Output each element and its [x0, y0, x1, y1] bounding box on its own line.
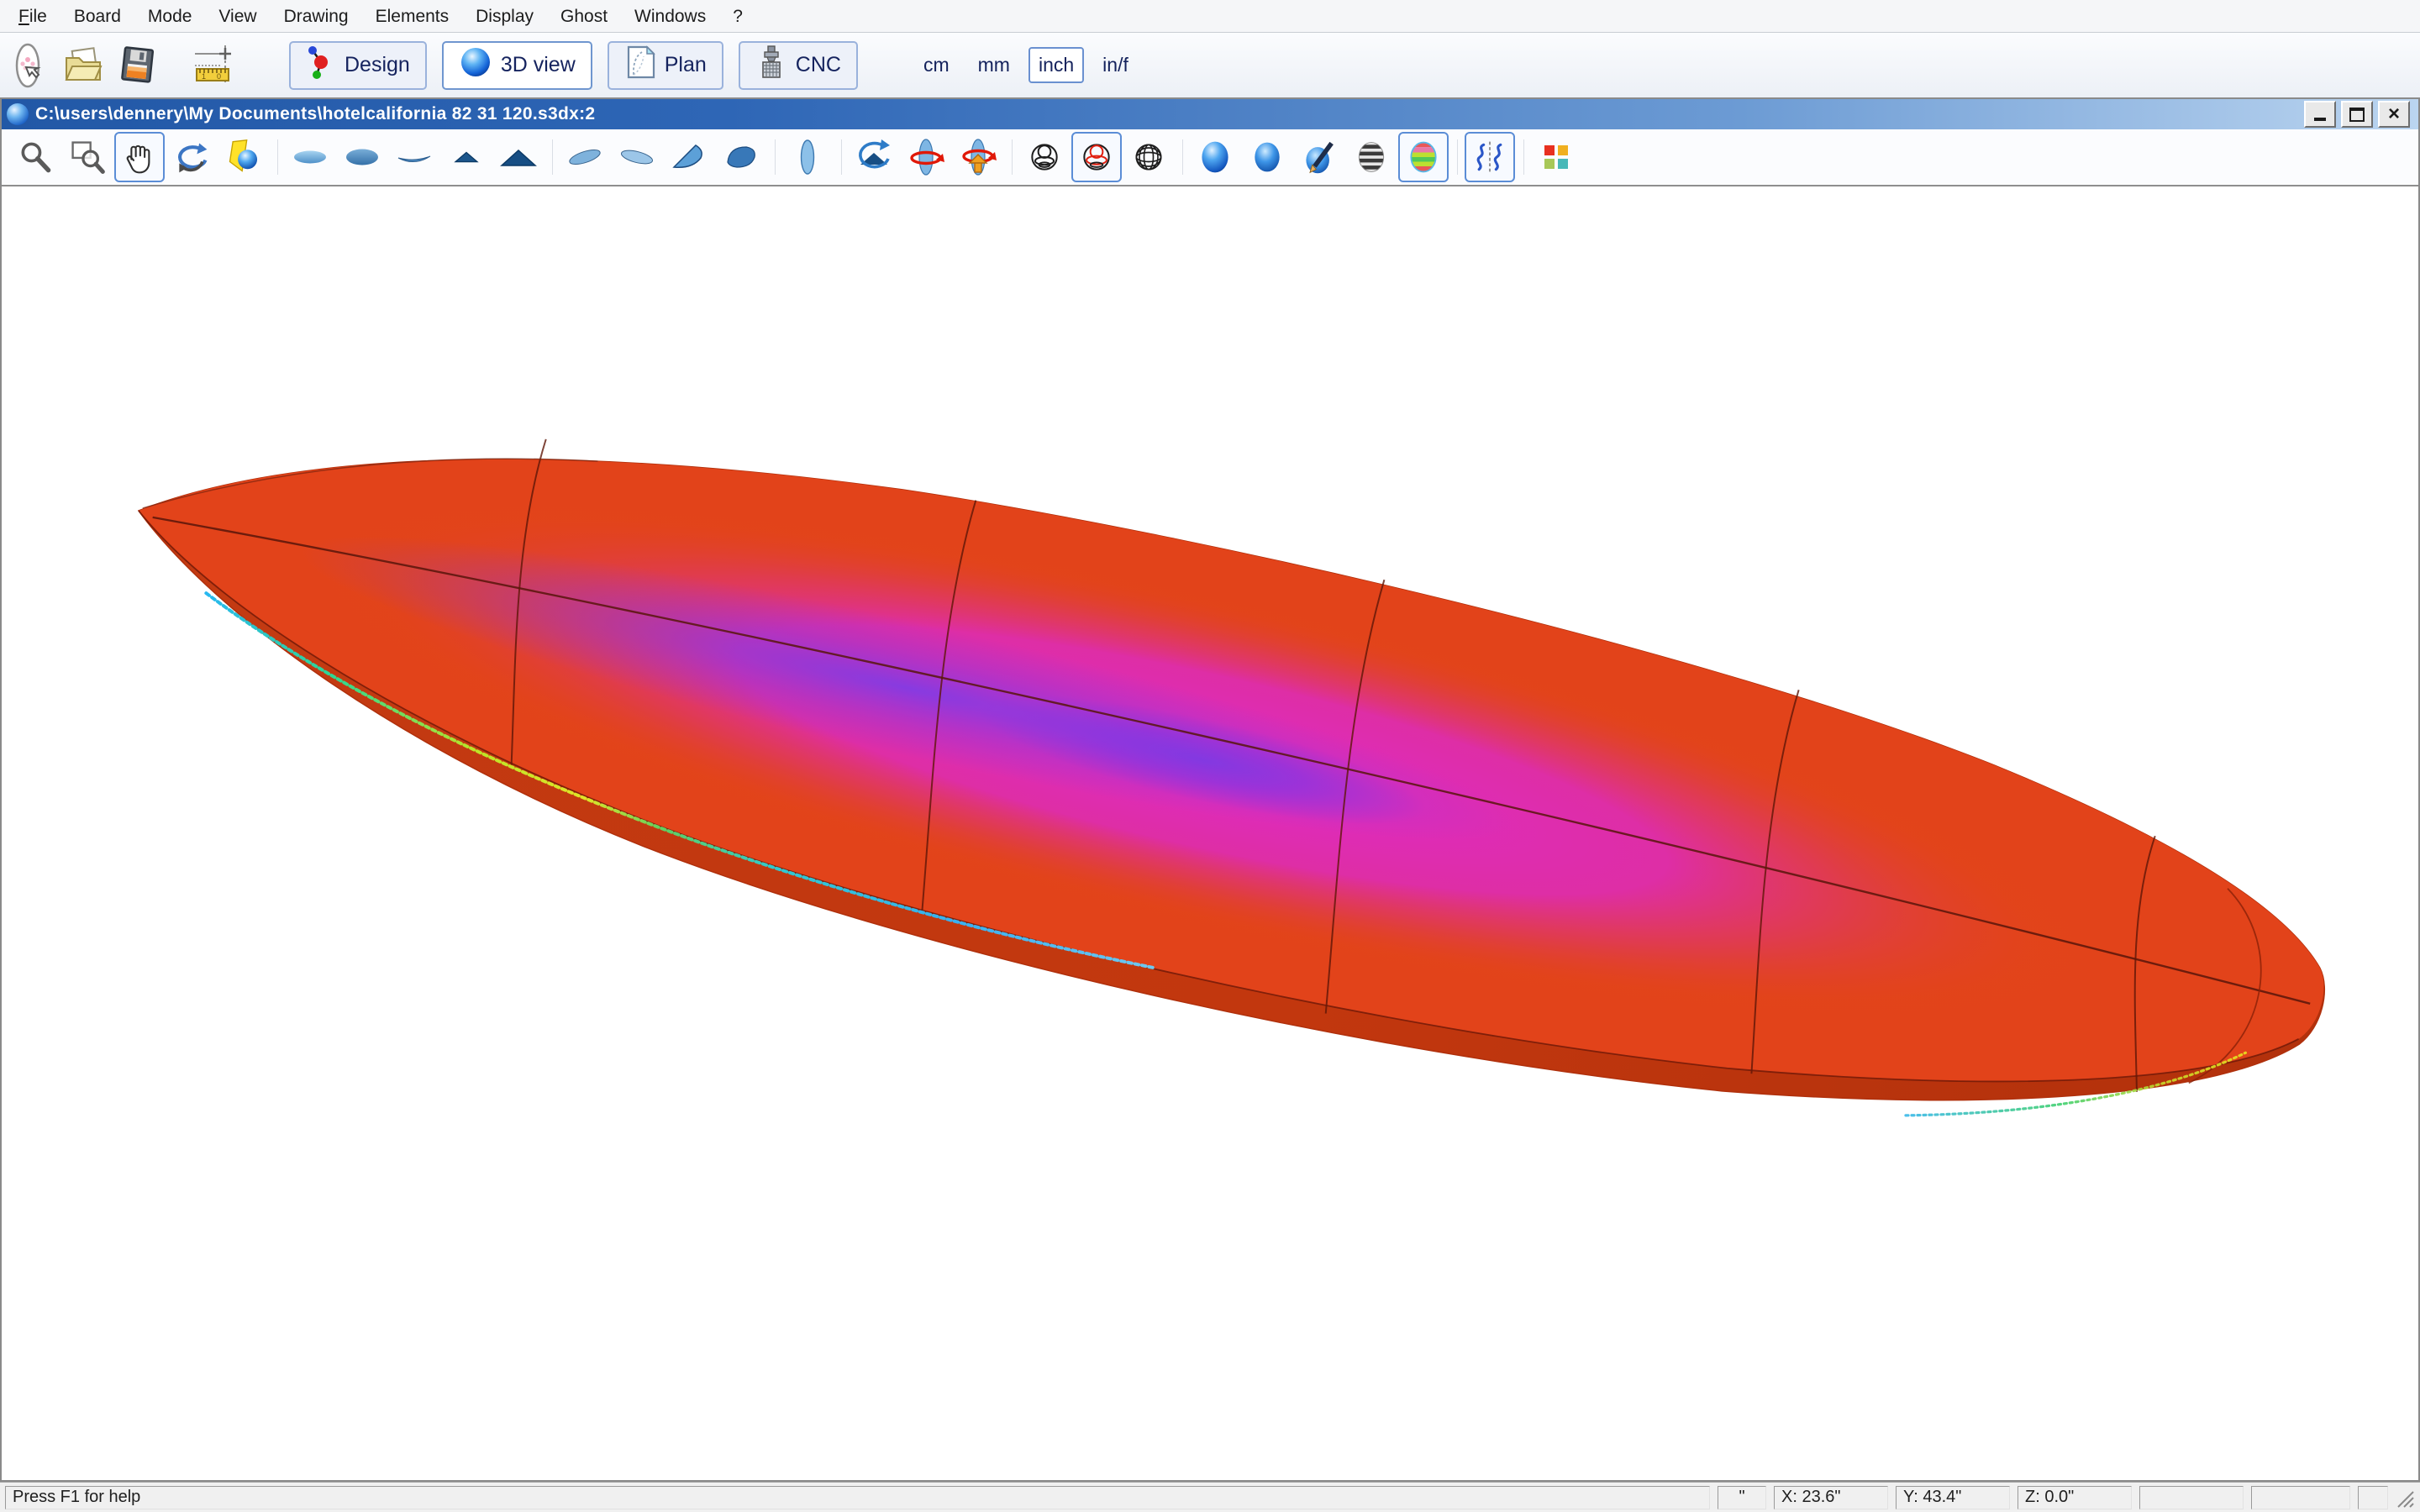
unit-cm[interactable]: cm — [913, 47, 960, 83]
svg-text:0: 0 — [217, 72, 221, 81]
flip-board-icon[interactable] — [953, 132, 1003, 182]
minimize-button[interactable] — [2304, 101, 2336, 128]
view-top-icon[interactable] — [285, 132, 335, 182]
main-toolbar: 10 Design 3D view Plan CNC cm mm inch in… — [0, 33, 2420, 97]
document-path-title: C:\users\dennery\My Documents\hotelcalif… — [35, 104, 595, 124]
view-angle-2-icon[interactable] — [716, 132, 766, 182]
menu-ghost[interactable]: Ghost — [547, 1, 621, 32]
shape3d-application-window: File Board Mode View Drawing Elements Di… — [0, 0, 2420, 1512]
design-mode-button[interactable]: Design — [289, 41, 427, 90]
close-button[interactable]: × — [2378, 101, 2410, 128]
rotate-3d-icon[interactable] — [166, 132, 217, 182]
shaded-sphere-2-icon[interactable] — [1242, 132, 1292, 182]
wireframe-sphere-icon[interactable] — [1019, 132, 1070, 182]
close-icon: × — [2388, 106, 2400, 123]
design-button-label: Design — [345, 53, 410, 77]
view-side-icon[interactable] — [389, 132, 439, 182]
menu-help[interactable]: ? — [719, 1, 756, 32]
zoom-window-icon[interactable] — [62, 132, 113, 182]
status-z-coordinate: Z: 0.0" — [2018, 1486, 2132, 1509]
new-board-icon[interactable] — [3, 39, 57, 92]
status-empty-cell-1 — [2139, 1486, 2244, 1509]
view-perspective-left-icon[interactable] — [560, 132, 610, 182]
render-light-icon[interactable] — [218, 132, 269, 182]
menu-windows[interactable]: Windows — [621, 1, 719, 32]
window-controls: × — [2304, 101, 2418, 128]
unit-mm[interactable]: mm — [968, 47, 1020, 83]
status-unit-cell: " — [1718, 1486, 1766, 1509]
contour-sphere-icon[interactable] — [1346, 132, 1397, 182]
view-plan-outline-icon[interactable] — [782, 132, 833, 182]
shaded-sphere-icon[interactable] — [1190, 132, 1240, 182]
status-help-text: Press F1 for help — [5, 1486, 1710, 1509]
board-3d-viewport[interactable] — [2, 186, 2418, 1480]
status-x-coordinate: X: 23.6" — [1774, 1486, 1888, 1509]
cnc-tool-icon — [755, 45, 787, 86]
plan-button-label: Plan — [665, 53, 707, 77]
measurements-icon[interactable]: 10 — [188, 39, 242, 92]
view-3d-mode-button[interactable]: 3D view — [442, 41, 592, 90]
menu-bar: File Board Mode View Drawing Elements Di… — [0, 0, 2420, 33]
sphere-3d-icon — [459, 45, 492, 85]
maximize-button[interactable] — [2341, 101, 2373, 128]
menu-board[interactable]: Board — [60, 1, 134, 32]
symmetry-compare-icon[interactable] — [1465, 132, 1515, 182]
menu-mode[interactable]: Mode — [134, 1, 206, 32]
status-bar: Press F1 for help " X: 23.6" Y: 43.4" Z:… — [0, 1482, 2420, 1512]
open-folder-icon[interactable] — [57, 39, 111, 92]
mesh-sphere-icon[interactable] — [1123, 132, 1174, 182]
design-nodes-icon — [306, 44, 336, 87]
view-toolbar — [2, 129, 2418, 186]
view-bottom-icon[interactable] — [337, 132, 387, 182]
maximize-icon — [2349, 108, 2365, 122]
plan-sheet-icon — [624, 45, 656, 86]
view-perspective-right-icon[interactable] — [612, 132, 662, 182]
pan-hand-icon[interactable] — [114, 132, 165, 182]
status-empty-cell-2 — [2251, 1486, 2350, 1509]
resize-grip-icon[interactable] — [2393, 1487, 2415, 1509]
cnc-mode-button[interactable]: CNC — [739, 41, 858, 90]
unit-inch[interactable]: inch — [1028, 47, 1084, 83]
svg-text:1: 1 — [202, 72, 206, 81]
document-title-bar[interactable]: C:\users\dennery\My Documents\hotelcalif… — [2, 99, 2418, 129]
view3d-button-label: 3D view — [501, 53, 576, 77]
unit-selector: cm mm inch in/f — [913, 47, 1139, 83]
document-sphere-icon — [7, 103, 29, 125]
menu-display[interactable]: Display — [462, 1, 547, 32]
board-document-window: C:\users\dennery\My Documents\hotelcalif… — [0, 97, 2420, 1482]
save-icon[interactable] — [111, 39, 165, 92]
status-y-coordinate: Y: 43.4" — [1896, 1486, 2010, 1509]
cnc-button-label: CNC — [796, 53, 841, 77]
paint-sphere-icon[interactable] — [1294, 132, 1344, 182]
view-back-icon[interactable] — [493, 132, 544, 182]
view-front-icon[interactable] — [441, 132, 492, 182]
surfboard-3d-render — [2, 186, 2418, 1480]
menu-file[interactable]: File — [5, 1, 60, 32]
wireframe-design-sphere-icon[interactable] — [1071, 132, 1122, 182]
rotate-view-icon[interactable] — [849, 132, 899, 182]
menu-elements[interactable]: Elements — [362, 1, 463, 32]
curvature-sphere-icon[interactable] — [1398, 132, 1449, 182]
zoom-icon[interactable] — [10, 132, 60, 182]
menu-drawing[interactable]: Drawing — [271, 1, 362, 32]
menu-view[interactable]: View — [205, 1, 270, 32]
unit-inf[interactable]: in/f — [1092, 47, 1139, 83]
plan-mode-button[interactable]: Plan — [608, 41, 723, 90]
tile-windows-icon[interactable] — [1531, 132, 1581, 182]
minimize-icon — [2314, 118, 2326, 121]
rotate-board-icon[interactable] — [901, 132, 951, 182]
view-angle-icon[interactable] — [664, 132, 714, 182]
status-empty-cell-3 — [2358, 1486, 2388, 1509]
